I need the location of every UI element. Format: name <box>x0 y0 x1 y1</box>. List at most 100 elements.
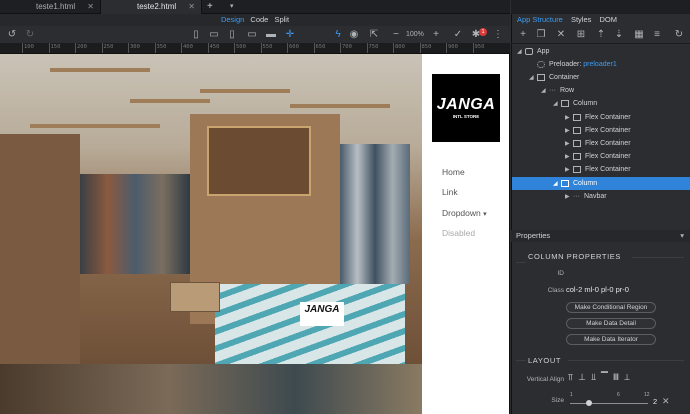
move-up-icon[interactable]: ⇡ <box>595 29 607 41</box>
eye-icon[interactable]: ◉ <box>348 29 360 41</box>
tablet-icon[interactable]: ▯ <box>226 29 238 41</box>
tree-item-column-selected[interactable]: ◢ Column <box>512 177 690 190</box>
tab-label: teste2.html <box>137 2 177 11</box>
code-mode-button[interactable]: Code <box>250 15 268 24</box>
tab-styles[interactable]: Styles <box>571 15 591 24</box>
tree-item-flex-container[interactable]: ▶ Flex Container <box>512 111 690 124</box>
ruler-tick <box>472 43 474 53</box>
id-field[interactable] <box>566 268 676 278</box>
canvas-scrollbar[interactable] <box>509 54 510 414</box>
close-icon[interactable]: ✕ <box>188 0 195 14</box>
new-tab-button[interactable]: + <box>207 0 217 14</box>
class-field[interactable]: col-2 ml-0 pl-0 pr-0 <box>566 285 629 294</box>
chevron-down-icon[interactable]: ▾ <box>680 230 684 242</box>
close-icon[interactable]: ✕ <box>87 0 94 14</box>
ruler-tick <box>101 43 103 53</box>
column-properties-title: COLUMN PROPERTIES <box>528 252 621 261</box>
tree-item-column[interactable]: ◢ Column <box>512 97 690 110</box>
make-conditional-region-button[interactable]: Make Conditional Region <box>566 302 656 313</box>
ruler-tick <box>181 43 182 53</box>
row-icon: ··· <box>549 87 556 94</box>
nav-dropdown[interactable]: Dropdown ▾ <box>442 208 487 218</box>
flex-icon <box>573 113 581 121</box>
align-center-icon[interactable]: ⊥ <box>578 372 591 382</box>
zoom-out-icon[interactable]: − <box>390 29 402 41</box>
close-icon[interactable]: ✕ <box>662 396 670 407</box>
ruler-tick <box>154 43 156 53</box>
wrap-icon[interactable]: ⊞ <box>575 29 587 41</box>
tree-item-flex-container[interactable]: ▶ Flex Container <box>512 124 690 137</box>
make-data-detail-button[interactable]: Make Data Detail <box>566 318 656 329</box>
duplicate-icon[interactable]: ❐ <box>535 29 547 41</box>
nav-disabled-link: Disabled <box>442 228 476 238</box>
tree-item-flex-container[interactable]: ▶ Flex Container <box>512 163 690 176</box>
tree-item-app[interactable]: ◢ App <box>512 45 690 58</box>
ruler-tick <box>287 43 288 53</box>
tree-item-navbar[interactable]: ▶ ··· Navbar <box>512 190 690 203</box>
split-mode-button[interactable]: Split <box>274 15 289 24</box>
ruler-label: 100 <box>24 44 34 50</box>
align-stretch-icon[interactable]: Ⅲ <box>613 372 624 382</box>
lightning-icon[interactable]: ϟ <box>332 29 344 41</box>
right-panel-top <box>511 0 690 14</box>
grid-icon[interactable]: ▦ <box>633 29 645 41</box>
redo-icon[interactable]: ↻ <box>24 29 36 41</box>
ruler-label: 800 <box>395 44 405 50</box>
janga-logo[interactable]: JANGA INTL STORE <box>432 74 500 142</box>
design-canvas[interactable]: JANGA JANGA INTL STORE Home Link Dropdow… <box>0 54 510 414</box>
tree-item-flex-container[interactable]: ▶ Flex Container <box>512 150 690 163</box>
tree-item-preloader[interactable]: Preloader: preloader1 <box>512 58 690 71</box>
export-icon[interactable]: ⇱ <box>368 29 380 41</box>
ruler-label: 550 <box>262 44 273 50</box>
tab-app-structure[interactable]: App Structure <box>517 15 563 24</box>
ruler-tick <box>446 43 447 53</box>
move-down-icon[interactable]: ⇣ <box>613 29 625 41</box>
nav-home-link[interactable]: Home <box>442 167 465 177</box>
class-label: Class <box>547 287 564 294</box>
ruler-label: 300 <box>130 44 140 50</box>
zoom-in-icon[interactable]: + <box>430 29 442 41</box>
crosshair-icon[interactable]: ✛ <box>284 29 296 41</box>
align-bottom-icon[interactable]: ⫫ <box>591 372 601 382</box>
ruler-label: 500 <box>236 44 246 50</box>
align-none-icon[interactable]: ⟂ <box>624 372 635 382</box>
design-mode-button[interactable]: Design <box>221 15 244 24</box>
tab-teste2[interactable]: teste2.html ✕ <box>101 0 202 14</box>
nav-link[interactable]: Link <box>442 187 458 197</box>
align-baseline-icon[interactable]: ▔ <box>601 372 613 382</box>
tree-item-flex-container[interactable]: ▶ Flex Container <box>512 137 690 150</box>
size-tick-1: 1 <box>570 392 573 398</box>
settings-icon[interactable]: ⋮ <box>492 29 504 41</box>
desktop-icon[interactable]: ▬ <box>265 29 277 41</box>
make-data-iterator-button[interactable]: Make Data Iterator <box>566 334 656 345</box>
tree-item-container[interactable]: ◢ Container <box>512 71 690 84</box>
zoom-level: 100% <box>406 31 424 38</box>
add-icon[interactable]: + <box>517 29 529 41</box>
mobile-landscape-icon[interactable]: ▭ <box>208 29 220 41</box>
column-icon <box>561 179 569 187</box>
size-slider-handle[interactable] <box>586 400 592 406</box>
ruler-tick <box>340 43 341 53</box>
properties-header[interactable]: Properties ▾ <box>511 230 690 242</box>
mobile-portrait-icon[interactable]: ▯ <box>190 29 202 41</box>
flex-icon <box>573 139 581 147</box>
ruler-tick <box>234 43 235 53</box>
ruler-tick <box>207 43 209 53</box>
refresh-icon[interactable]: ↻ <box>673 29 685 41</box>
menu-icon[interactable]: ≡ <box>651 29 663 41</box>
view-mode-bar: Design Code Split <box>0 14 510 26</box>
size-slider-track[interactable] <box>570 403 648 404</box>
check-icon[interactable]: ✓ <box>452 29 464 41</box>
error-badge: 1 <box>479 28 487 36</box>
delete-icon[interactable]: ✕ <box>555 29 567 41</box>
align-top-icon[interactable]: ⫪ <box>568 372 578 382</box>
vertical-align-options[interactable]: ⫪⊥⫫▔Ⅲ⟂ <box>568 372 635 383</box>
document-tab-bar: teste1.html ✕ teste2.html ✕ + ▾ <box>0 0 510 14</box>
tab-teste1[interactable]: teste1.html ✕ <box>0 0 101 14</box>
chevron-down-icon[interactable]: ▾ <box>230 0 234 14</box>
store-photo: JANGA <box>0 54 422 364</box>
tab-dom[interactable]: DOM <box>599 15 617 24</box>
tree-item-row[interactable]: ◢ ··· Row <box>512 84 690 97</box>
undo-icon[interactable]: ↺ <box>6 29 18 41</box>
laptop-icon[interactable]: ▭ <box>246 29 258 41</box>
